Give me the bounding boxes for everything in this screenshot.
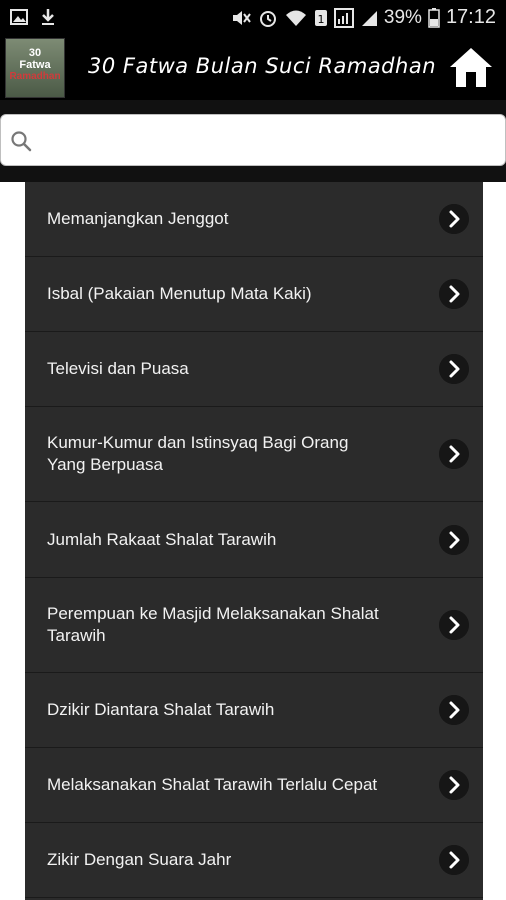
search-input[interactable] xyxy=(41,123,495,159)
search-bar[interactable] xyxy=(0,114,506,166)
list-item[interactable]: Jumlah Rakaat Shalat Tarawih xyxy=(25,502,483,578)
list-item[interactable]: Perempuan ke Masjid Melaksanakan Shalat … xyxy=(25,578,483,673)
app-logo: 30 Fatwa Ramadhan xyxy=(5,38,65,98)
chevron-right-icon[interactable] xyxy=(439,610,469,640)
search-icon xyxy=(11,131,32,152)
wifi-icon xyxy=(285,10,306,26)
chevron-right-icon[interactable] xyxy=(439,770,469,800)
list-item-label: Kumur-Kumur dan Istinsyaq Bagi Orang Yan… xyxy=(47,433,349,474)
app-bar: 30 Fatwa Ramadhan 30 Fatwa Bulan Suci Ra… xyxy=(0,36,506,100)
chevron-right-icon[interactable] xyxy=(439,695,469,725)
list-item[interactable]: Televisi dan Puasa xyxy=(25,332,483,407)
battery-icon xyxy=(428,7,440,28)
system-icons: 1 39% 17:12 xyxy=(230,6,496,29)
app-title: 30 Fatwa Bulan Suci Ramadhan xyxy=(88,54,437,78)
list-item-label: Dzikir Diantara Shalat Tarawih xyxy=(47,700,275,719)
list-item-label: Televisi dan Puasa xyxy=(47,359,189,378)
chevron-right-icon[interactable] xyxy=(439,845,469,875)
list-item[interactable]: Memanjangkan Jenggot xyxy=(25,182,483,257)
list-item[interactable]: Melaksanakan Shalat Tarawih Terlalu Cepa… xyxy=(25,748,483,823)
list-item-label: Melaksanakan Shalat Tarawih Terlalu Cepa… xyxy=(47,775,378,794)
notification-icons xyxy=(10,8,56,26)
data-saver-icon: 1 xyxy=(314,9,327,26)
list-item-label: Zikir Dengan Suara Jahr xyxy=(47,850,232,869)
status-bar: 1 39% 17:12 xyxy=(0,0,506,36)
clock: 17:12 xyxy=(445,6,496,28)
list-item[interactable]: Zikir Dengan Suara Jahr xyxy=(25,823,483,898)
list-item-label: Jumlah Rakaat Shalat Tarawih xyxy=(47,529,277,549)
fatwa-list: Memanjangkan Jenggot Isbal (Pakaian Menu… xyxy=(25,182,483,900)
list-item[interactable]: Isbal (Pakaian Menutup Mata Kaki) xyxy=(25,257,483,332)
signal-box-icon xyxy=(333,7,354,28)
battery-percent: 39% xyxy=(383,6,422,28)
chevron-right-icon[interactable] xyxy=(439,439,469,469)
chevron-right-icon[interactable] xyxy=(439,354,469,384)
list-item-label: Isbal (Pakaian Menutup Mata Kaki) xyxy=(47,284,312,303)
logo-line: Ramadhan xyxy=(9,71,61,82)
chevron-right-icon[interactable] xyxy=(439,279,469,309)
list-item-label: Memanjangkan Jenggot xyxy=(47,209,229,228)
svg-text:1: 1 xyxy=(317,13,324,26)
logo-line: 30 xyxy=(28,47,42,59)
chevron-right-icon[interactable] xyxy=(439,204,469,234)
alarm-icon xyxy=(259,10,276,27)
mute-icon xyxy=(232,10,251,25)
image-icon xyxy=(10,9,28,25)
home-icon[interactable] xyxy=(448,45,494,91)
list-item[interactable]: Kumur-Kumur dan Istinsyaq Bagi Orang Yan… xyxy=(25,407,483,502)
logo-line: Fatwa xyxy=(19,59,51,71)
list-item-label: Perempuan ke Masjid Melaksanakan Shalat … xyxy=(47,604,379,645)
download-icon xyxy=(42,9,54,25)
signal-icon xyxy=(361,10,377,26)
list-item[interactable]: Dzikir Diantara Shalat Tarawih xyxy=(25,673,483,748)
chevron-right-icon[interactable] xyxy=(439,524,469,555)
